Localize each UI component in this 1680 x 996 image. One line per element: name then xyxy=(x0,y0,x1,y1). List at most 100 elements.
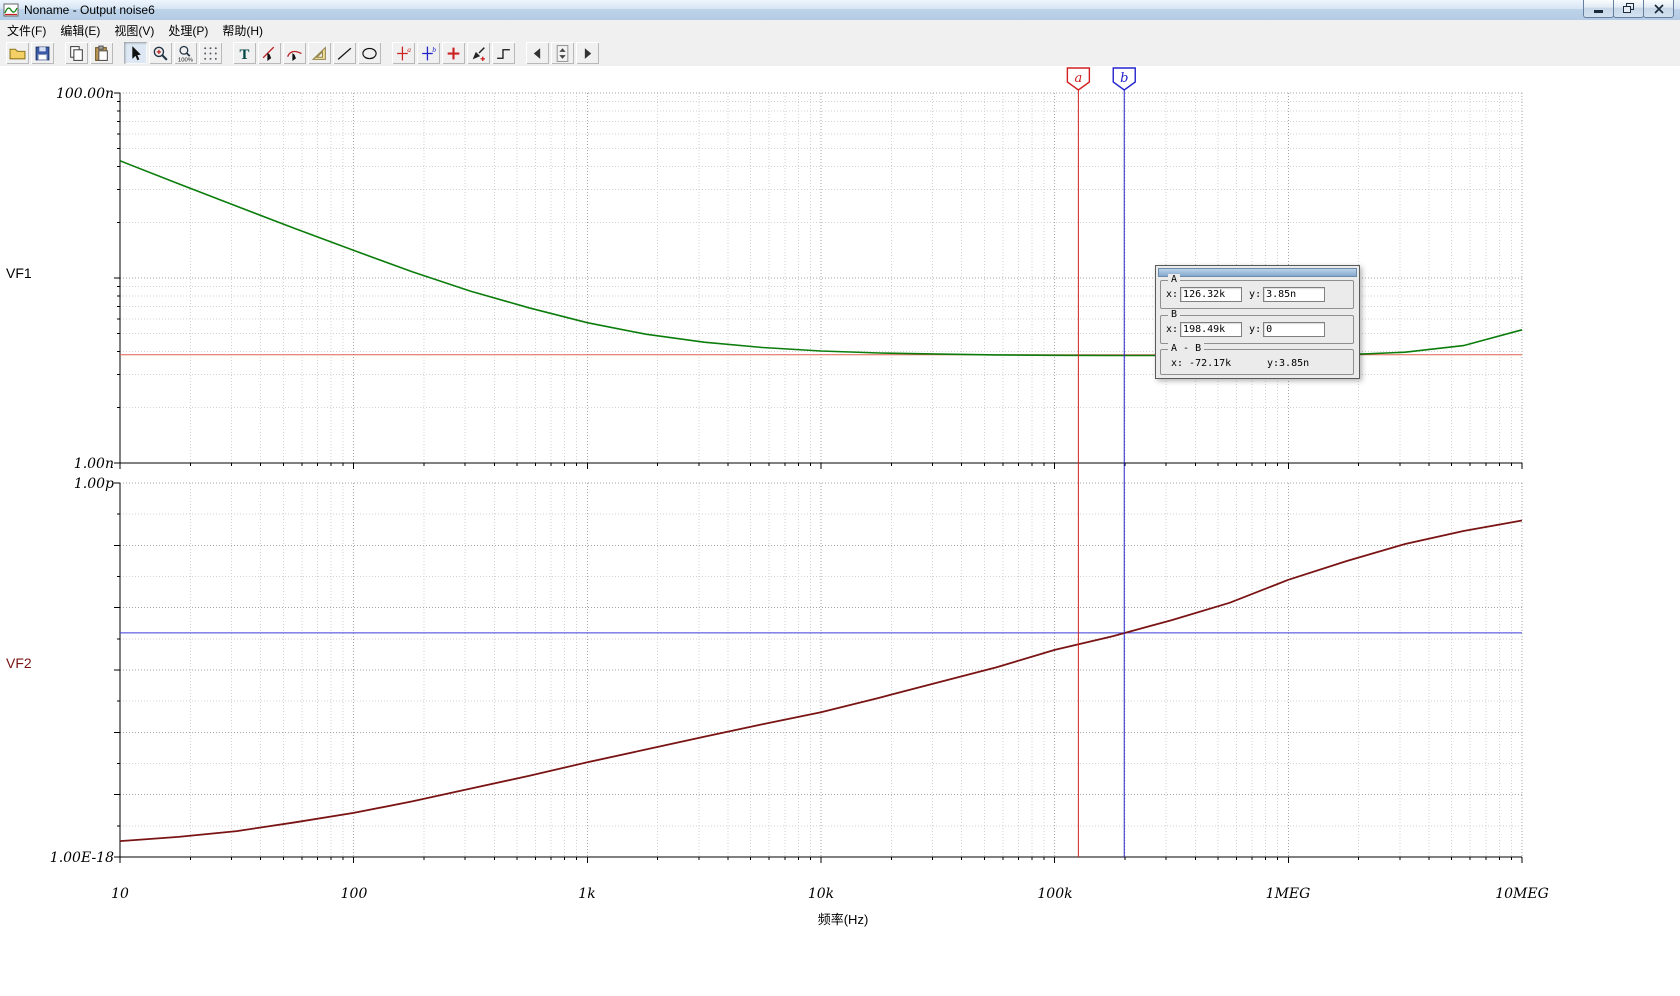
open-button[interactable] xyxy=(6,42,29,64)
x-tick-label-10meg: 10MEG xyxy=(1495,886,1549,902)
cursor-a-group-label: A xyxy=(1168,274,1181,285)
cursor-diff-group-label: A - B xyxy=(1168,343,1205,354)
window-controls xyxy=(1583,0,1674,18)
app-window: Noname - Output noise6 文件(F) 编辑(E) 视图(V) 处理… xyxy=(0,0,1680,996)
step-tool-button[interactable] xyxy=(492,42,515,64)
prev-page-button[interactable] xyxy=(526,42,549,64)
step-icon xyxy=(497,48,510,59)
ruler-icon xyxy=(311,45,326,60)
ruler-tool-button[interactable] xyxy=(308,42,331,64)
vf1-y-min-label: 1.00n xyxy=(73,456,114,472)
cursor-b-y-input[interactable] xyxy=(1263,322,1326,337)
next-icon xyxy=(584,47,592,59)
cursor-b-flag-label: b xyxy=(1120,71,1128,86)
copy-button[interactable] xyxy=(65,42,88,64)
grid-icon xyxy=(204,46,217,60)
x-tick-label-10: 10 xyxy=(111,886,129,902)
cursor-readout-panel[interactable]: A x: y: B x: y: A - B x: -72.17k y:3.85n xyxy=(1155,265,1360,379)
cursor-a-readout-group: A x: y: xyxy=(1160,274,1354,309)
cursor-line-tool-button[interactable] xyxy=(258,42,281,64)
cursor-a-y-label: y: xyxy=(1249,289,1262,300)
menu-item-file[interactable]: 文件(F) xyxy=(0,19,53,42)
close-icon xyxy=(1653,3,1664,14)
menu-item-view[interactable]: 视图(V) xyxy=(107,19,161,42)
save-button[interactable] xyxy=(31,42,54,64)
select-tool-button[interactable] xyxy=(124,42,147,64)
zoom-100-icon: 100% xyxy=(178,45,193,62)
copy-icon xyxy=(70,45,83,61)
cursor-b-readout-group: B x: y: xyxy=(1160,309,1354,344)
paste-button[interactable] xyxy=(90,42,113,64)
next-page-button[interactable] xyxy=(576,42,599,64)
floppy-icon xyxy=(35,46,50,60)
arrow-icon xyxy=(132,45,141,60)
grid-toggle-button[interactable] xyxy=(199,42,222,64)
add-marker-button[interactable] xyxy=(442,42,465,64)
cursor-diff-readout-group: A - B x: -72.17k y:3.85n xyxy=(1160,343,1354,375)
x-tick-label-100k: 100k xyxy=(1037,886,1073,902)
pen-icon xyxy=(472,46,485,61)
vf2-y-max-label: 1.00p xyxy=(73,476,114,492)
cursor-a-y-input[interactable] xyxy=(1263,287,1326,302)
close-button[interactable] xyxy=(1643,0,1674,18)
page-spinner[interactable] xyxy=(551,42,574,64)
minimize-button[interactable] xyxy=(1583,0,1614,18)
svg-text:a: a xyxy=(407,45,411,54)
pointer-line-icon xyxy=(262,46,275,61)
add-marker-icon xyxy=(447,47,460,59)
cursor-a-button[interactable]: a xyxy=(392,42,415,64)
vf1-curve-label: VF1 xyxy=(6,265,32,281)
ellipse-tool-button[interactable] xyxy=(358,42,381,64)
cursor-diff-y-value: y:3.85n xyxy=(1267,358,1310,369)
charts-canvas: ab xyxy=(114,67,1523,863)
cursor-b-group-label: B xyxy=(1168,309,1181,320)
cursor-diff-x-value: x: -72.17k xyxy=(1171,358,1232,369)
svg-text:T: T xyxy=(240,46,250,61)
menu-item-process[interactable]: 处理(P) xyxy=(161,19,215,42)
panel-drag-handle[interactable] xyxy=(1158,268,1357,277)
pen-tool-button[interactable] xyxy=(467,42,490,64)
vf2-curve-label: VF2 xyxy=(6,655,32,671)
pointer-curve-icon xyxy=(287,50,302,61)
x-tick-label-100: 100 xyxy=(340,886,368,902)
menu-item-help[interactable]: 帮助(H) xyxy=(215,19,270,42)
cursor-trace-tool-button[interactable] xyxy=(283,42,306,64)
zoom-in-icon xyxy=(153,46,168,61)
cursor-b-x-label: x: xyxy=(1166,324,1179,335)
menu-item-edit[interactable]: 编辑(E) xyxy=(53,19,107,42)
vf2-y-min-label: 1.00E-18 xyxy=(49,850,114,866)
line-icon xyxy=(337,47,352,60)
spinner-icon xyxy=(556,44,569,62)
cursor-a-x-label: x: xyxy=(1166,289,1179,300)
x-tick-label-10k: 10k xyxy=(807,886,835,902)
text-tool-button[interactable]: T xyxy=(233,42,256,64)
cursor-b-x-input[interactable] xyxy=(1180,322,1243,337)
cursor-a-x-input[interactable] xyxy=(1180,287,1243,302)
minimize-icon xyxy=(1593,10,1603,13)
x-tick-label-1k: 1k xyxy=(578,886,596,902)
line-tool-button[interactable] xyxy=(333,42,356,64)
text-icon: T xyxy=(240,46,250,61)
toolbar: 100% Ta b xyxy=(0,40,1680,67)
prev-icon xyxy=(533,47,541,59)
folder-icon xyxy=(9,48,26,59)
vf2-curve xyxy=(119,519,1523,842)
svg-text:100%: 100% xyxy=(178,57,193,62)
menu-bar: 文件(F) 编辑(E) 视图(V) 处理(P) 帮助(H) xyxy=(0,20,1680,40)
cursor-b-y-label: y: xyxy=(1249,324,1262,335)
window-title: Noname - Output noise6 xyxy=(24,3,155,17)
cursor-a-icon: a xyxy=(397,45,411,60)
zoom-in-button[interactable] xyxy=(149,42,172,64)
restore-icon xyxy=(1623,3,1634,13)
maximize-button[interactable] xyxy=(1613,0,1644,18)
plot-area: ab 100.00n 1.00n 1.00p 1.00E-18 VF1 VF2 … xyxy=(0,66,1680,996)
vf1-y-max-label: 100.00n xyxy=(55,86,114,102)
cursor-a-flag-label: a xyxy=(1074,71,1082,86)
ellipse-icon xyxy=(362,47,377,59)
cursor-b-button[interactable]: b xyxy=(417,42,440,64)
zoom-100-button[interactable]: 100% xyxy=(174,42,197,64)
svg-text:b: b xyxy=(432,45,436,54)
cursor-b-icon: b xyxy=(422,45,436,60)
app-icon xyxy=(3,2,19,18)
paste-icon xyxy=(95,45,108,61)
